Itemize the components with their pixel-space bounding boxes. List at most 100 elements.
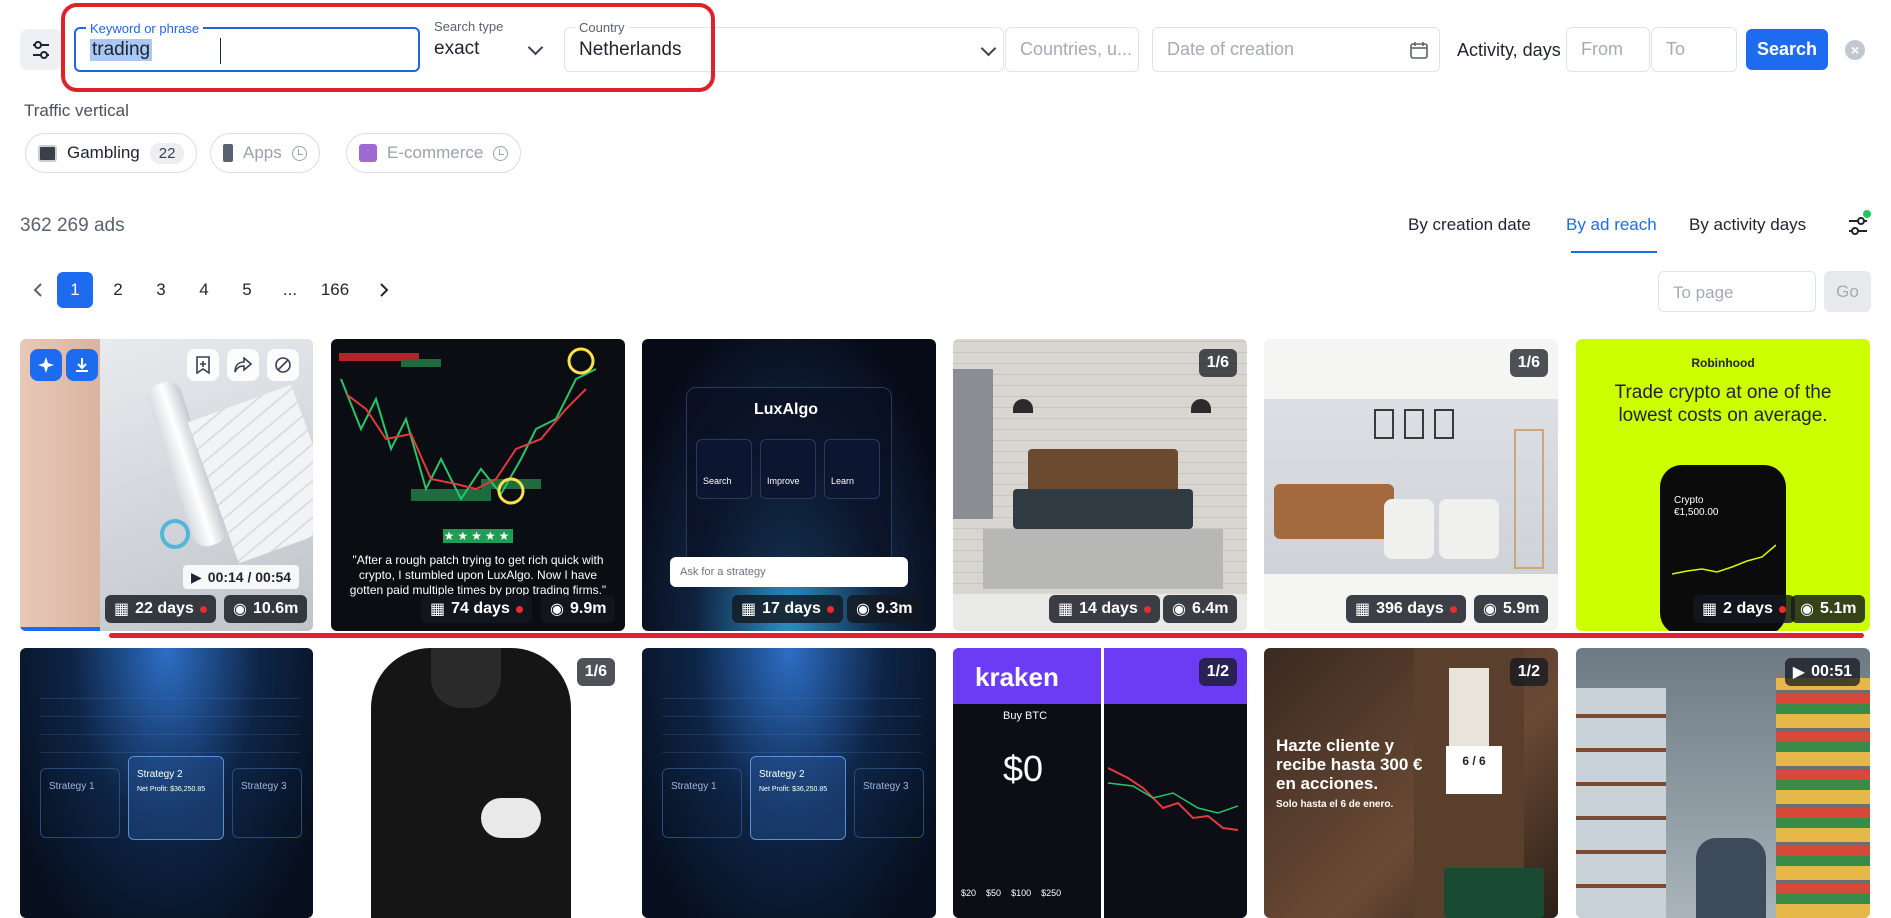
activity-to-input[interactable]: To [1651, 27, 1737, 72]
ai-sparkle-icon[interactable] [30, 349, 62, 381]
download-icon[interactable] [66, 349, 98, 381]
bookmark-add-icon[interactable] [187, 349, 219, 381]
ad-card[interactable]: Strategy 1 Strategy 2 Net Profit: $36,25… [20, 648, 313, 918]
feature-search: Search [696, 439, 752, 499]
page-button-4[interactable]: 4 [186, 272, 222, 308]
share-icon[interactable] [227, 349, 259, 381]
reach-badge: ◉ 10.6m [224, 595, 308, 623]
next-page-icon[interactable] [366, 272, 402, 308]
reach-badge: ◉ 6.4m [1163, 595, 1238, 623]
traffic-vertical-label: Traffic vertical [24, 101, 129, 120]
play-icon: ▶ [191, 568, 202, 585]
page-ellipsis: ... [282, 280, 298, 299]
carousel-counter: 1/2 [1509, 658, 1548, 686]
days-badge: ▦ 14 days [1049, 595, 1160, 623]
carousel-counter: 1/6 [1198, 349, 1237, 377]
strategy-prompt: Ask for a strategy [670, 557, 908, 587]
annotation-underline [109, 633, 1864, 638]
days-badge: ▦ 22 days [105, 595, 216, 623]
ad-subheadline: Solo hasta el 6 de enero. [1276, 799, 1394, 810]
carousel-counter: 1/6 [576, 658, 615, 686]
days-badge: ▦ 17 days [732, 595, 843, 623]
days-badge: ▦ 2 days [1693, 595, 1795, 623]
page-button-5[interactable]: 5 [229, 272, 265, 308]
to-page-placeholder: To page [1673, 283, 1734, 302]
activity-from-input[interactable]: From [1566, 27, 1650, 72]
candlestick-chart-image [339, 347, 597, 505]
live-dot-icon [199, 605, 207, 613]
page-button-166[interactable]: 166 [315, 272, 355, 308]
search-button[interactable]: Search [1746, 29, 1828, 70]
strategy-card-highlighted: Strategy 2 Net Profit: $36,250.85 [128, 756, 224, 840]
countries-input[interactable]: Countries, u... [1005, 27, 1139, 72]
eye-icon: ◉ [233, 601, 247, 618]
sort-by-ad-reach[interactable]: By ad reach [1566, 215, 1657, 235]
reach-badge: ◉ 9.3m [847, 595, 922, 623]
robinhood-logo: Robinhood [1691, 356, 1755, 370]
feature-improve: Improve [760, 439, 816, 499]
ad-card[interactable]: ★★★★★ "After a rough patch trying to get… [331, 339, 625, 631]
ad-card[interactable]: Robinhood Trade crypto at one of the low… [1576, 339, 1870, 631]
reach-badge: ◉ 9.9m [541, 595, 616, 623]
results-count: 362 269 ads [20, 215, 125, 236]
days-badge: ▦ 74 days [421, 595, 532, 623]
ad-card[interactable]: 1/6 [331, 648, 625, 918]
page-button-3[interactable]: 3 [143, 272, 179, 308]
phone-crypto-value: €1,500.00 [1674, 507, 1719, 518]
chevron-down-icon [980, 40, 997, 57]
strategy-card: Strategy 1 [40, 768, 120, 838]
reach-badge: ◉ 5.1m [1791, 595, 1866, 623]
slot-machine-icon [38, 144, 57, 162]
buy-btc-label: Buy BTC [1003, 710, 1048, 722]
date-of-creation-input[interactable]: Date of creation [1152, 27, 1440, 72]
chip-apps[interactable]: Apps [210, 133, 320, 173]
sliders-icon [33, 40, 49, 59]
ad-card[interactable]: Hazte cliente y recibe hasta 300 € en ac… [1264, 648, 1558, 918]
ad-card[interactable]: ▶ 00:51 [1576, 648, 1870, 918]
sort-by-activity-days[interactable]: By activity days [1689, 215, 1806, 235]
phone-crypto-label: Crypto [1674, 495, 1704, 506]
active-filter-dot [1863, 210, 1871, 218]
strategy-card: Strategy 1 [662, 768, 742, 838]
activity-days-label: Activity, days [1457, 40, 1561, 60]
page-button-1[interactable]: 1 [57, 272, 93, 308]
testimonial-quote: "After a rough patch trying to get rich … [349, 553, 607, 597]
ad-headline: Hazte cliente y recibe hasta 300 € en ac… [1276, 736, 1423, 793]
strategy-card-highlighted: Strategy 2 Net Profit: $36,250.85 [750, 756, 846, 840]
feature-learn: Learn [824, 439, 880, 499]
active-sort-indicator [1571, 251, 1657, 253]
strategy-card: Strategy 3 [232, 768, 302, 838]
ad-card[interactable]: Strategy 1 Strategy 2 Net Profit: $36,25… [642, 648, 936, 918]
chip-label: Gambling [67, 143, 140, 162]
go-button[interactable]: Go [1824, 271, 1871, 312]
video-duration: ▶ 00:51 [1784, 658, 1860, 686]
play-icon: ▶ [1792, 664, 1806, 681]
crypto-line-chart [1672, 544, 1776, 575]
clear-icon[interactable]: × [1845, 40, 1865, 60]
ad-card[interactable]: kraken Buy BTC $0 $20 $50 $100 $250 1/2 [953, 648, 1247, 918]
strategy-card: Strategy 3 [854, 768, 924, 838]
amount-presets: $20 $50 $100 $250 [961, 888, 1062, 898]
calendar-icon: ▦ [114, 601, 130, 618]
carousel-counter: 1/6 [1509, 349, 1548, 377]
sort-by-creation-date[interactable]: By creation date [1408, 215, 1531, 235]
ad-card[interactable]: LuxAlgo Search Improve Learn Ask for a s… [642, 339, 936, 631]
prev-page-icon[interactable] [20, 272, 56, 308]
chip-gambling[interactable]: Gambling 22 [25, 133, 198, 173]
page-button-2[interactable]: 2 [100, 272, 136, 308]
calendar-icon[interactable] [1409, 40, 1429, 60]
chip-ecommerce[interactable]: E-commerce [346, 133, 522, 173]
from-placeholder: From [1581, 39, 1623, 59]
filters-toggle-button[interactable] [20, 29, 62, 70]
hide-icon[interactable] [267, 349, 299, 381]
ad-card[interactable]: ▶ 00:14 / 00:54 ▦ 22 days ◉ 10.6m [20, 339, 313, 631]
to-placeholder: To [1666, 39, 1686, 59]
chip-label: E-commerce [387, 143, 484, 162]
clock-icon [291, 145, 307, 161]
ad-headline: Trade crypto at one of the lowest costs … [1614, 382, 1832, 426]
ad-card[interactable]: 1/6 ▦ 396 days ◉ 5.9m [1264, 339, 1558, 631]
disclaimer-tag: 6 / 6 [1446, 746, 1502, 794]
ad-card[interactable]: 1/6 ▦ 14 days ◉ 6.4m [953, 339, 1247, 631]
to-page-input[interactable]: To page [1658, 271, 1816, 312]
luxalgo-logo: LuxAlgo [754, 401, 818, 418]
